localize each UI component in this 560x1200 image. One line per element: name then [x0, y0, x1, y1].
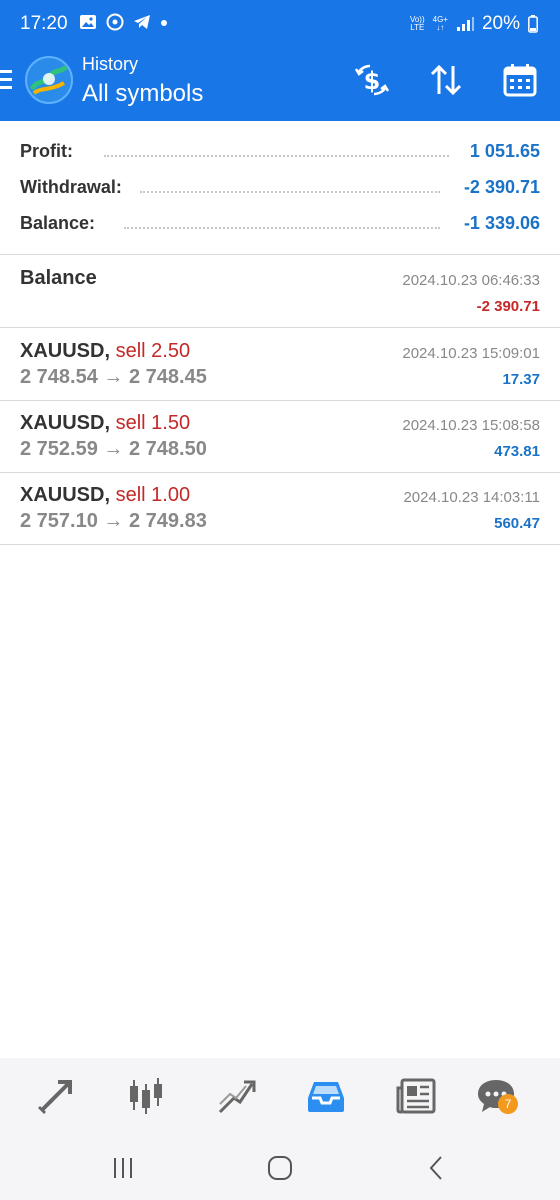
status-time: 17:20 [20, 13, 68, 34]
entry-amount: 560.47 [494, 515, 540, 532]
telegram-icon [134, 15, 150, 29]
svg-text:$: $ [364, 67, 381, 95]
recent-apps-button[interactable] [103, 1150, 143, 1186]
summary-value: -1 339.06 [463, 213, 540, 233]
status-system-icons: Vo)) LTE 4G+ ↓↑ 20% [410, 13, 538, 35]
entry-symbol: Balance [20, 267, 97, 289]
summary-row-balance: Balance: -1 339.06 [20, 210, 540, 240]
leader-dots [140, 191, 440, 193]
entry-amount: 17.37 [502, 371, 540, 388]
entry-prices: 2 752.59 → 2 748.50 [20, 438, 207, 460]
home-icon [268, 1156, 292, 1180]
signal-icon [456, 17, 474, 31]
entry-name: XAUUSD, sell 1.50 [20, 412, 190, 435]
entry-date: 2024.10.23 15:08:58 [402, 417, 540, 434]
page-title[interactable]: All symbols [82, 80, 203, 108]
recent-apps-icon [114, 1158, 132, 1178]
system-nav-bar [0, 1136, 560, 1200]
summary-label: Withdrawal: [20, 177, 122, 197]
volte-bottom: LTE [410, 23, 425, 32]
metatrader-logo-icon [25, 56, 73, 104]
news-icon [396, 1078, 436, 1114]
deposit-filter-button[interactable]: $ [352, 62, 392, 98]
calendar-button[interactable] [500, 62, 540, 98]
home-button[interactable] [260, 1150, 300, 1186]
messages-badge: 7 [498, 1094, 518, 1114]
gallery-icon [80, 15, 96, 29]
tab-messages[interactable]: 7 [472, 1072, 520, 1120]
app-bar: History All symbols $ [0, 50, 560, 121]
tab-quotes[interactable] [32, 1072, 80, 1120]
screen-subtitle: History [82, 54, 139, 74]
dollar-swap-icon: $ [354, 64, 390, 96]
back-icon [429, 1156, 442, 1180]
entry-type: sell 1.00 [115, 484, 191, 506]
battery-icon [528, 15, 538, 33]
status-notification-icons [79, 13, 168, 31]
app-header: 17:20 Vo)) LTE 4G+ ↓↑ 20% History All sy… [0, 0, 560, 121]
history-entry-balance[interactable]: Balance 2024.10.23 06:46:33 -2 390.71 [0, 256, 560, 328]
volte-indicator: Vo)) LTE [410, 16, 425, 32]
entry-type: sell 1.50 [115, 412, 191, 434]
bottom-tab-bar: 7 [0, 1058, 560, 1136]
history-entry-trade[interactable]: XAUUSD, sell 1.50 2 752.59 → 2 748.50 20… [0, 401, 560, 473]
entry-date: 2024.10.23 06:46:33 [402, 272, 540, 289]
sort-button[interactable] [426, 62, 466, 98]
entry-prices: 2 757.10 → 2 749.83 [20, 510, 207, 532]
entry-amount: 473.81 [494, 443, 540, 460]
entry-name: XAUUSD, sell 1.00 [20, 484, 190, 507]
entry-date: 2024.10.23 15:09:01 [402, 345, 540, 362]
tab-trade[interactable] [212, 1072, 260, 1120]
summary-value: 1 051.65 [469, 141, 540, 161]
history-entry-trade[interactable]: XAUUSD, sell 1.00 2 757.10 → 2 749.83 20… [0, 473, 560, 545]
entry-symbol: XAUUSD, [20, 412, 111, 434]
entry-date: 2024.10.23 14:03:11 [403, 489, 540, 506]
entry-type: sell 2.50 [115, 340, 191, 362]
trade-icon [218, 1080, 256, 1114]
data-bottom: ↓↑ [436, 23, 445, 32]
summary-value: -2 390.71 [463, 177, 540, 197]
summary-label: Balance: [20, 213, 96, 233]
leader-dots [104, 155, 449, 157]
entry-name: Balance [20, 267, 97, 290]
leader-dots [124, 227, 440, 229]
location-icon [106, 13, 124, 31]
summary-row-withdrawal: Withdrawal: -2 390.71 [20, 174, 540, 204]
summary-label: Profit: [20, 141, 73, 161]
status-bar: 17:20 Vo)) LTE 4G+ ↓↑ 20% [0, 0, 560, 50]
history-entry-trade[interactable]: XAUUSD, sell 2.50 2 748.54 → 2 748.45 20… [0, 329, 560, 401]
back-button[interactable] [416, 1150, 456, 1186]
dot-icon [161, 20, 167, 26]
summary-panel: Profit: 1 051.65 Withdrawal: -2 390.71 B… [0, 121, 560, 255]
entry-symbol: XAUUSD, [20, 484, 111, 506]
entry-symbol: XAUUSD, [20, 340, 111, 362]
history-inbox-icon [308, 1082, 344, 1112]
tab-news[interactable] [392, 1072, 440, 1120]
entry-name: XAUUSD, sell 2.50 [20, 340, 190, 363]
data-indicator: 4G+ ↓↑ [433, 16, 448, 32]
quotes-icon [38, 1080, 72, 1114]
menu-icon[interactable] [0, 70, 14, 92]
tab-charts[interactable] [122, 1072, 170, 1120]
sort-arrows-icon [430, 64, 462, 96]
calendar-icon [503, 64, 537, 97]
tab-history[interactable] [302, 1072, 350, 1120]
chart-candles-icon [130, 1078, 162, 1114]
entry-prices: 2 748.54 → 2 748.45 [20, 366, 207, 388]
battery-percent: 20% [481, 13, 520, 34]
summary-row-profit: Profit: 1 051.65 [20, 138, 540, 168]
entry-amount: -2 390.71 [476, 298, 540, 315]
